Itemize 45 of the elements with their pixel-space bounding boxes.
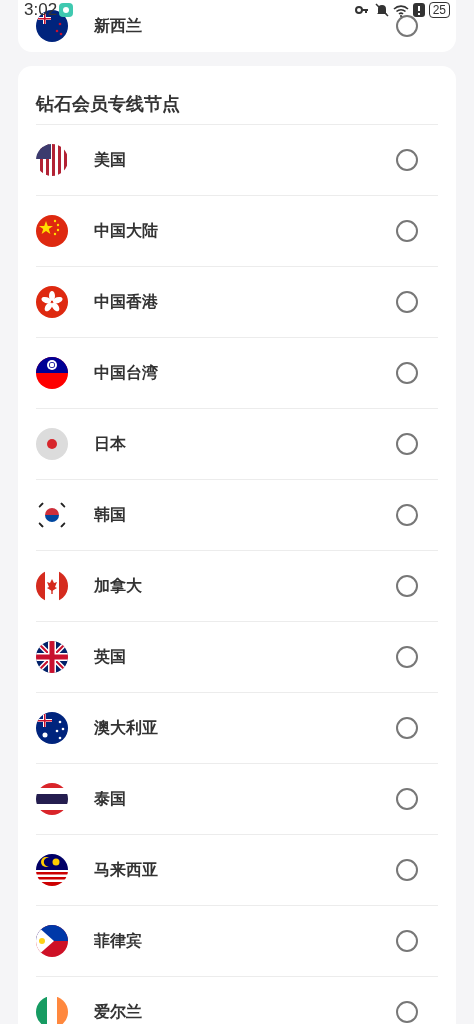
flag-icon: [36, 854, 68, 886]
server-name: 菲律宾: [94, 931, 143, 951]
flag-icon: [36, 925, 68, 957]
flag-icon: [36, 641, 68, 673]
radio-button[interactable]: [396, 291, 418, 313]
server-name: 美国: [94, 150, 127, 170]
server-name: 澳大利亚: [94, 718, 159, 738]
radio-button[interactable]: [396, 149, 418, 171]
radio-button[interactable]: [396, 220, 418, 242]
server-name: 英国: [94, 647, 127, 667]
radio-button[interactable]: [396, 575, 418, 597]
flag-icon: [36, 996, 68, 1024]
server-name: 中国香港: [94, 292, 159, 312]
server-name: 马来西亚: [94, 860, 159, 880]
radio-button[interactable]: [396, 859, 418, 881]
wifi-icon: [392, 3, 409, 17]
flag-icon: [36, 357, 68, 389]
server-name: 中国台湾: [94, 363, 159, 383]
server-name: 日本: [94, 434, 127, 454]
server-name: 加拿大: [94, 576, 143, 596]
radio-button[interactable]: [396, 646, 418, 668]
radio-button[interactable]: [396, 1001, 418, 1023]
radio-button[interactable]: [396, 788, 418, 810]
server-name: 韩国: [94, 505, 127, 525]
radio-button[interactable]: [396, 362, 418, 384]
server-name: 泰国: [94, 789, 127, 809]
notification-icon: [59, 3, 74, 17]
status-time: 3:02: [24, 0, 58, 22]
flag-icon: [36, 144, 68, 176]
flag-icon: [36, 286, 68, 318]
section-title: 钻石会员专线节点: [36, 93, 181, 116]
server-name: 新西兰: [94, 16, 143, 36]
key-icon: [354, 5, 369, 15]
radio-button[interactable]: [396, 717, 418, 739]
radio-button[interactable]: [396, 504, 418, 526]
flag-icon: [36, 783, 68, 815]
flag-icon: [36, 712, 68, 744]
server-name: 爱尔兰: [94, 1002, 143, 1022]
server-name: 中国大陆: [94, 221, 159, 241]
radio-button[interactable]: [396, 15, 418, 37]
radio-button[interactable]: [396, 433, 418, 455]
radio-button[interactable]: [396, 930, 418, 952]
flag-icon: [36, 570, 68, 602]
flag-icon: [36, 428, 68, 460]
flag-icon: [36, 215, 68, 247]
